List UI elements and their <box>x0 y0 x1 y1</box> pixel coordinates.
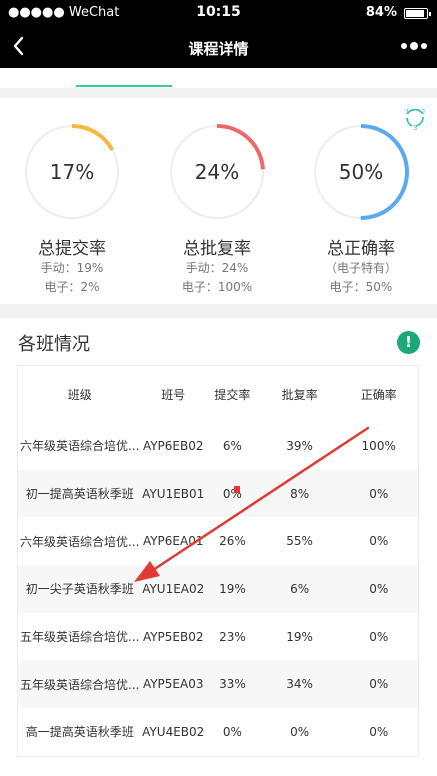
cell-class: 五年级英语综合培优... <box>19 677 140 692</box>
svg-text:1: 1 <box>405 108 409 116</box>
submit-rate-value: 17% <box>49 160 95 184</box>
submit-rate-manual: 手动：19% <box>40 261 104 275</box>
correct-rate-stat: 50% 总正确率 （电子特有） 电子：50% <box>301 122 421 297</box>
submit-rate-stat: 17% 总提交率 手动：19% 电子：2% <box>12 122 132 297</box>
table-row[interactable]: 高一提高英语秋季班 AYU4EB02 0% 0% 0% <box>18 708 418 756</box>
review-rate-manual: 手动：24% <box>185 261 249 275</box>
cell-class: 初一尖子英语秋季班 <box>25 582 134 597</box>
cell-review-rate: 34% <box>286 677 313 692</box>
cell-class: 六年级英语综合培优... <box>19 439 140 454</box>
cell-review-rate: 19% <box>286 629 313 644</box>
section-title: 各班情况 <box>18 334 90 355</box>
cell-class: 六年级英语综合培优... <box>19 534 140 549</box>
table-row[interactable]: 初一尖子英语秋季班 AYU1EA02 19% 6% 0% <box>18 565 418 613</box>
review-rate-electronic: 电子：100% <box>181 280 253 294</box>
page-title: 课程详情 <box>188 40 249 58</box>
cell-submit-rate: 33% <box>219 677 246 692</box>
cell-class-code: AYP5EB02 <box>142 629 204 644</box>
svg-text:2: 2 <box>421 108 425 116</box>
header-class: 班级 <box>67 387 92 402</box>
cell-class: 五年级英语综合培优... <box>19 630 140 645</box>
table-row[interactable]: 五年级英语综合培优... AYP5EB02 23% 19% 0% <box>18 613 418 661</box>
stats-card: 17% 总提交率 手动：19% 电子：2% 24% 总批复率 手动：24% 电子… <box>0 98 437 304</box>
correct-rate-electronic: 电子：50% <box>329 280 393 294</box>
cell-review-rate: 6% <box>290 581 310 596</box>
active-tab-indicator <box>76 85 172 87</box>
correct-rate-label: 总正确率 <box>327 239 395 259</box>
table-row[interactable]: 五年级英语综合培优... AYP5EA03 33% 34% 0% <box>18 660 418 709</box>
header-review-rate: 批复率 <box>281 387 318 402</box>
cell-class-code: AYU4EB02 <box>142 724 205 739</box>
cell-review-rate: 8% <box>290 486 310 501</box>
svg-text:3: 3 <box>413 124 417 131</box>
cell-submit-rate: 0% <box>222 486 242 501</box>
review-rate-label: 总批复率 <box>183 239 251 259</box>
table-row[interactable]: 六年级英语综合培优... AYP6EB02 6% 39% 100% <box>18 422 418 470</box>
cell-review-rate: 39% <box>286 438 313 453</box>
header-correct-rate: 正确率 <box>360 387 397 402</box>
cell-class: 初一提高英语秋季班 <box>25 487 134 502</box>
cell-submit-rate: 26% <box>219 534 246 549</box>
cell-class-code: AYU1EA02 <box>142 581 205 596</box>
cell-class-code: AYU1EB01 <box>142 486 205 501</box>
submit-rate-electronic: 电子：2% <box>44 280 100 294</box>
cell-review-rate: 0% <box>290 724 310 739</box>
cell-correct-rate: 0% <box>369 677 389 692</box>
cell-correct-rate: 0% <box>369 486 389 501</box>
info-icon[interactable]: ! <box>397 331 420 354</box>
class-table: 班级 班号 提交率 批复率 正确率 六年级英语综合培优... AYP6EB02 … <box>17 365 419 757</box>
table-row[interactable]: 六年级英语综合培优... AYP6EA01 26% 55% 0% <box>18 517 418 565</box>
cell-review-rate: 55% <box>286 534 313 549</box>
cell-class-code: AYP6EB02 <box>142 438 204 453</box>
cell-correct-rate: 100% <box>361 438 396 453</box>
more-button[interactable] <box>399 36 429 56</box>
cell-class-code: AYP6EA01 <box>142 534 204 549</box>
review-rate-stat: 24% 总批复率 手动：24% 电子：100% <box>157 122 277 297</box>
cell-class: 高一提高英语秋季班 <box>25 725 134 740</box>
review-rate-value: 24% <box>194 160 240 184</box>
table-header-row: 班级 班号 提交率 批复率 正确率 <box>18 366 418 422</box>
cell-correct-rate: 0% <box>369 629 389 644</box>
class-section: 各班情况 ! 班级 班号 提交率 批复率 正确率 六年级英语综合培优... AY… <box>0 318 437 776</box>
correct-rate-value: 50% <box>338 160 384 184</box>
battery-icon <box>404 8 431 19</box>
battery-percent: 84% <box>365 5 397 20</box>
cell-correct-rate: 0% <box>369 724 389 739</box>
status-bar: ●●●●● WeChat 10:15 84% <box>0 0 437 26</box>
submit-rate-label: 总提交率 <box>38 239 106 259</box>
cell-correct-rate: 0% <box>369 581 389 596</box>
cell-submit-rate: 0% <box>222 724 242 739</box>
correct-rate-note: （电子特有） <box>324 261 397 275</box>
refresh-icon[interactable]: 1 2 3 <box>402 105 428 132</box>
table-row[interactable]: 初一提高英语秋季班 AYU1EB01 0% 8% 0% <box>18 469 418 518</box>
cell-correct-rate: 0% <box>369 534 389 549</box>
header-class-code: 班号 <box>161 387 186 402</box>
tab-strip <box>0 68 437 88</box>
more-dots-icon <box>401 42 427 50</box>
cell-submit-rate: 19% <box>219 581 246 596</box>
cell-submit-rate: 23% <box>219 629 246 644</box>
cell-submit-rate: 6% <box>222 438 242 453</box>
nav-bar: 课程详情 <box>0 26 437 68</box>
header-submit-rate: 提交率 <box>214 387 251 402</box>
cell-class-code: AYP5EA03 <box>142 677 204 692</box>
